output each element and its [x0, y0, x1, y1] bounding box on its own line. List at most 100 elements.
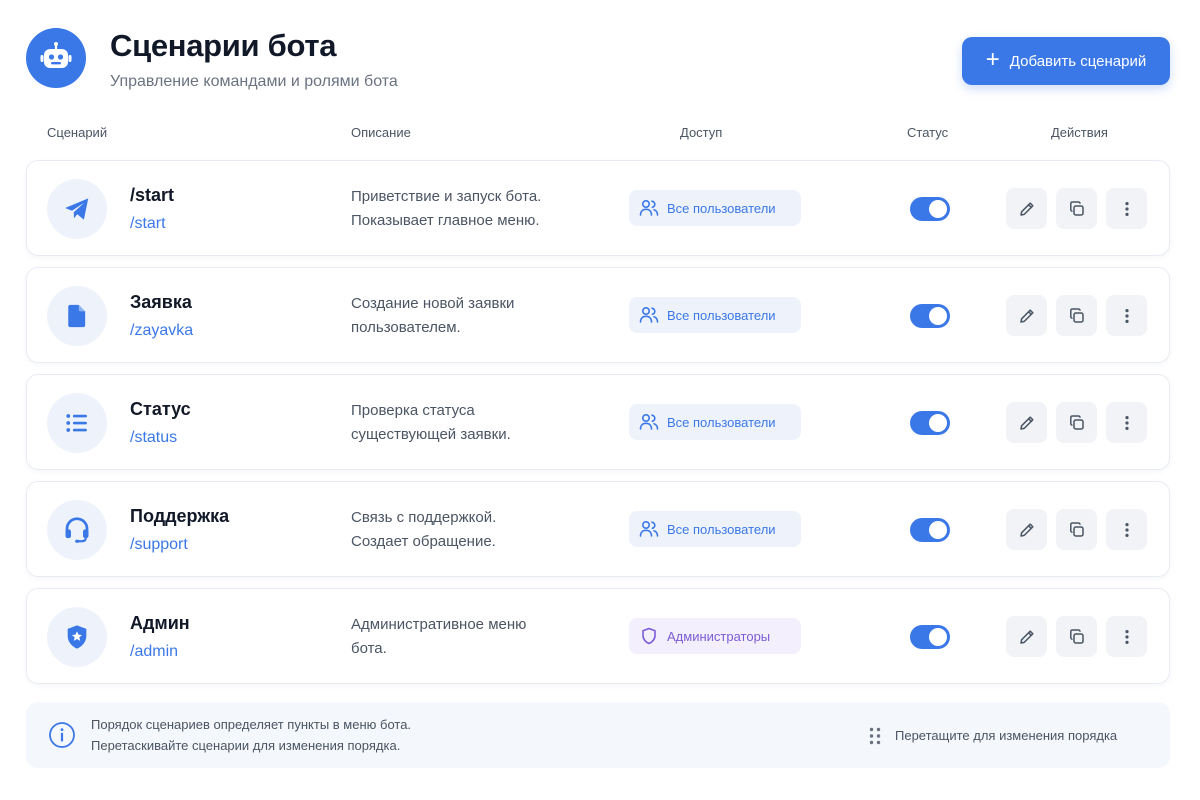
- more-vertical-icon: [1124, 415, 1129, 430]
- access-badge: Все пользователи: [629, 511, 801, 547]
- users-icon: [639, 413, 659, 430]
- copy-button[interactable]: [1056, 616, 1097, 657]
- status-toggle[interactable]: [910, 518, 950, 542]
- scenario-row[interactable]: /start /start Приветствие и запуск бота.…: [26, 160, 1170, 256]
- scenario-description-line: Создает обращение.: [351, 533, 496, 550]
- more-button[interactable]: [1106, 509, 1147, 550]
- pencil-icon: [1019, 415, 1034, 430]
- headset-icon: [47, 500, 107, 560]
- scenario-list: /start /start Приветствие и запуск бота.…: [26, 160, 1170, 695]
- copy-icon: [1069, 521, 1084, 537]
- more-vertical-icon: [1124, 629, 1129, 644]
- access-label: Все пользователи: [667, 307, 776, 323]
- access-label: Все пользователи: [667, 521, 776, 537]
- toggle-knob: [929, 628, 947, 646]
- plus-icon: +: [985, 46, 1000, 73]
- scenario-row[interactable]: Заявка /zayavka Создание новой заявки по…: [26, 267, 1170, 363]
- column-access: Доступ: [680, 125, 723, 140]
- status-toggle[interactable]: [910, 625, 950, 649]
- pencil-icon: [1019, 629, 1034, 644]
- toggle-knob: [929, 200, 947, 218]
- more-vertical-icon: [1124, 308, 1129, 323]
- scenario-command: /status: [130, 429, 178, 446]
- list-icon: [47, 393, 107, 453]
- scenario-name: Админ: [130, 613, 190, 633]
- copy-icon: [1069, 200, 1084, 216]
- edit-button[interactable]: [1006, 295, 1047, 336]
- scenario-description-line: Создание новой заявки: [351, 295, 515, 312]
- scenario-name: Поддержка: [130, 506, 230, 526]
- copy-button[interactable]: [1056, 295, 1097, 336]
- pencil-icon: [1019, 201, 1034, 216]
- scenario-command: /support: [130, 536, 188, 553]
- toggle-knob: [929, 414, 947, 432]
- scenario-name: /start: [130, 185, 175, 205]
- scenario-row[interactable]: Админ /admin Административное меню бота.…: [26, 588, 1170, 684]
- more-button[interactable]: [1106, 188, 1147, 229]
- status-toggle[interactable]: [910, 411, 950, 435]
- add-scenario-label: Добавить сценарий: [1009, 52, 1147, 70]
- scenario-row[interactable]: Статус /status Проверка статуса существу…: [26, 374, 1170, 470]
- edit-button[interactable]: [1006, 509, 1047, 550]
- scenario-command: /start: [130, 215, 166, 232]
- pencil-icon: [1019, 522, 1034, 537]
- scenario-description-line: существующей заявки.: [351, 426, 511, 443]
- scenario-name: Заявка: [130, 292, 192, 312]
- info-text: Порядок сценариев определяет пункты в ме…: [91, 717, 412, 732]
- access-badge: Все пользователи: [629, 297, 801, 333]
- column-status: Статус: [907, 125, 949, 140]
- edit-button[interactable]: [1006, 616, 1047, 657]
- scenario-name: Статус: [130, 399, 191, 419]
- access-label: Администраторы: [667, 628, 771, 644]
- toggle-knob: [929, 521, 947, 539]
- access-label: Все пользователи: [667, 200, 776, 216]
- column-scenario: Сценарий: [47, 125, 108, 140]
- add-scenario-button[interactable]: + Добавить сценарий: [962, 37, 1170, 85]
- edit-button[interactable]: [1006, 188, 1047, 229]
- scenario-description-line: бота.: [351, 640, 387, 657]
- more-button[interactable]: [1106, 616, 1147, 657]
- column-actions: Действия: [1051, 125, 1108, 140]
- copy-button[interactable]: [1056, 402, 1097, 443]
- drag-handle-icon: [868, 726, 882, 751]
- status-toggle[interactable]: [910, 197, 950, 221]
- shield-icon: [642, 627, 656, 645]
- edit-button[interactable]: [1006, 402, 1047, 443]
- toggle-knob: [929, 307, 947, 325]
- more-button[interactable]: [1106, 295, 1147, 336]
- copy-button[interactable]: [1056, 509, 1097, 550]
- scenario-description: Связь с поддержкой. Создает обращение.: [351, 506, 591, 554]
- info-icon: [48, 721, 76, 754]
- scenario-description-line: Приветствие и запуск бота.: [351, 188, 542, 205]
- shield-star-icon: [47, 607, 107, 667]
- page-header: Сценарии бота Управление командами и рол…: [26, 28, 1172, 92]
- drag-hint: Перетащите для изменения порядка: [895, 728, 1118, 743]
- table-header: Сценарий Описание Доступ Статус Действия: [0, 125, 1200, 145]
- status-toggle[interactable]: [910, 304, 950, 328]
- document-icon: [47, 286, 107, 346]
- info-text: Перетаскивайте сценарии для изменения по…: [91, 738, 401, 753]
- users-icon: [639, 306, 659, 323]
- scenario-row[interactable]: Поддержка /support Связь с поддержкой. С…: [26, 481, 1170, 577]
- page-title: Сценарии бота: [110, 28, 337, 63]
- more-button[interactable]: [1106, 402, 1147, 443]
- column-description: Описание: [351, 125, 411, 140]
- paper-plane-icon: [47, 179, 107, 239]
- page-subtitle: Управление командами и ролями бота: [110, 73, 398, 90]
- scenario-command: /admin: [130, 643, 179, 660]
- scenario-description: Административное меню бота.: [351, 613, 591, 661]
- access-badge: Администраторы: [629, 618, 801, 654]
- users-icon: [639, 520, 659, 537]
- scenario-description-line: Проверка статуса: [351, 402, 475, 419]
- info-footer: Порядок сценариев определяет пункты в ме…: [26, 702, 1170, 768]
- scenario-command: /zayavka: [130, 322, 194, 339]
- more-vertical-icon: [1124, 522, 1129, 537]
- scenario-description-line: пользователем.: [351, 319, 461, 336]
- more-vertical-icon: [1124, 201, 1129, 216]
- copy-icon: [1069, 307, 1084, 323]
- access-badge: Все пользователи: [629, 404, 801, 440]
- copy-button[interactable]: [1056, 188, 1097, 229]
- scenario-description-line: Связь с поддержкой.: [351, 509, 497, 526]
- users-icon: [639, 199, 659, 216]
- pencil-icon: [1019, 308, 1034, 323]
